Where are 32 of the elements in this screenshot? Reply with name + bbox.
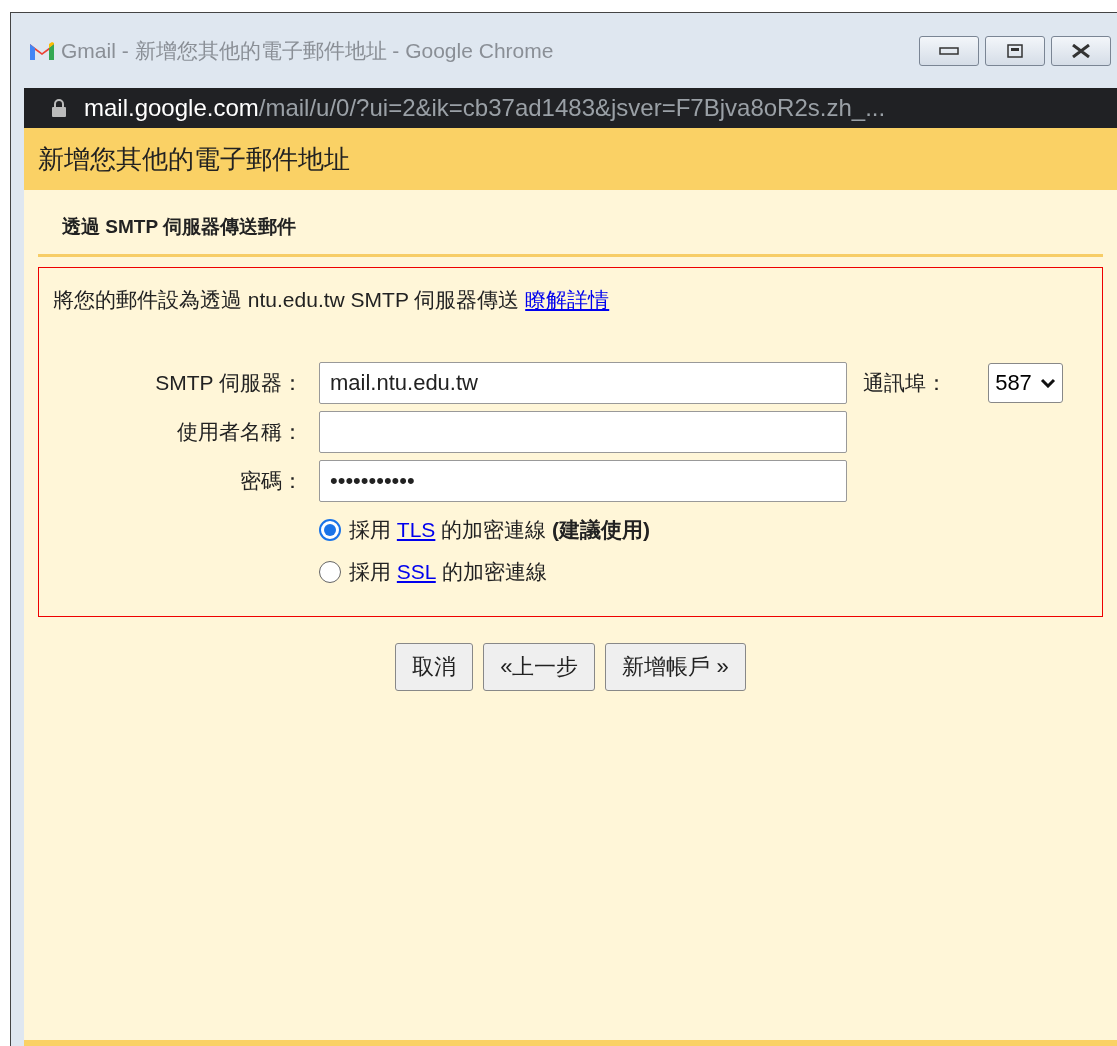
input-field[interactable] xyxy=(319,411,847,453)
url-text[interactable]: mail.google.com/mail/u/0/?ui=2&ik=cb37ad1483&jsver=F7Bjva8oR2s.zh_... xyxy=(84,94,886,122)
chevron-icon xyxy=(1039,378,1056,388)
radio-label: 採用 SSL 的加密連線 xyxy=(349,559,547,585)
dialog-button[interactable]: 取消 xyxy=(395,643,474,691)
protocol-link[interactable]: SSL xyxy=(396,560,436,583)
field-label: SMTP 伺服器： xyxy=(155,370,303,396)
lock-icon xyxy=(52,99,66,117)
input-field[interactable]: ••••••••••• xyxy=(319,460,847,502)
radio-button[interactable] xyxy=(319,561,341,583)
dialog-button[interactable]: 新增帳戶 » xyxy=(605,643,746,691)
minimize-button[interactable] xyxy=(919,35,979,66)
radio-button[interactable] xyxy=(319,519,341,541)
close-button[interactable] xyxy=(1051,35,1111,66)
window-title: Gmail - 新增您其他的電子郵件地址 - Google Chrome xyxy=(61,37,555,64)
minimize-icon xyxy=(939,45,959,56)
close-icon xyxy=(1071,43,1091,58)
field-label: 使用者名稱： xyxy=(177,419,303,445)
intro-text: 將您的郵件設為透過 ntu.edu.tw SMTP 伺服器傳送 瞭解詳情 xyxy=(53,287,611,313)
input-field[interactable]: mail.ntu.edu.tw xyxy=(319,362,847,404)
protocol-link[interactable]: TLS xyxy=(396,518,436,541)
maximize-button[interactable] xyxy=(985,35,1045,66)
field-label: 密碼： xyxy=(240,468,303,494)
port-label: 通訊埠： xyxy=(863,370,947,396)
port-select[interactable]: 587 xyxy=(988,363,1063,403)
mail-logo-icon xyxy=(29,40,55,61)
maximize-icon xyxy=(1007,43,1023,58)
radio-label: 採用 TLS 的加密連線 (建議使用) xyxy=(349,517,651,543)
section-title: 透過 SMTP 伺服器傳送郵件 xyxy=(38,190,1103,257)
learn-more-link[interactable]: 瞭解詳情 xyxy=(525,288,610,311)
dialog-title: 新增您其他的電子郵件地址 xyxy=(37,142,351,176)
dialog-button[interactable]: «上一步 xyxy=(483,643,596,691)
